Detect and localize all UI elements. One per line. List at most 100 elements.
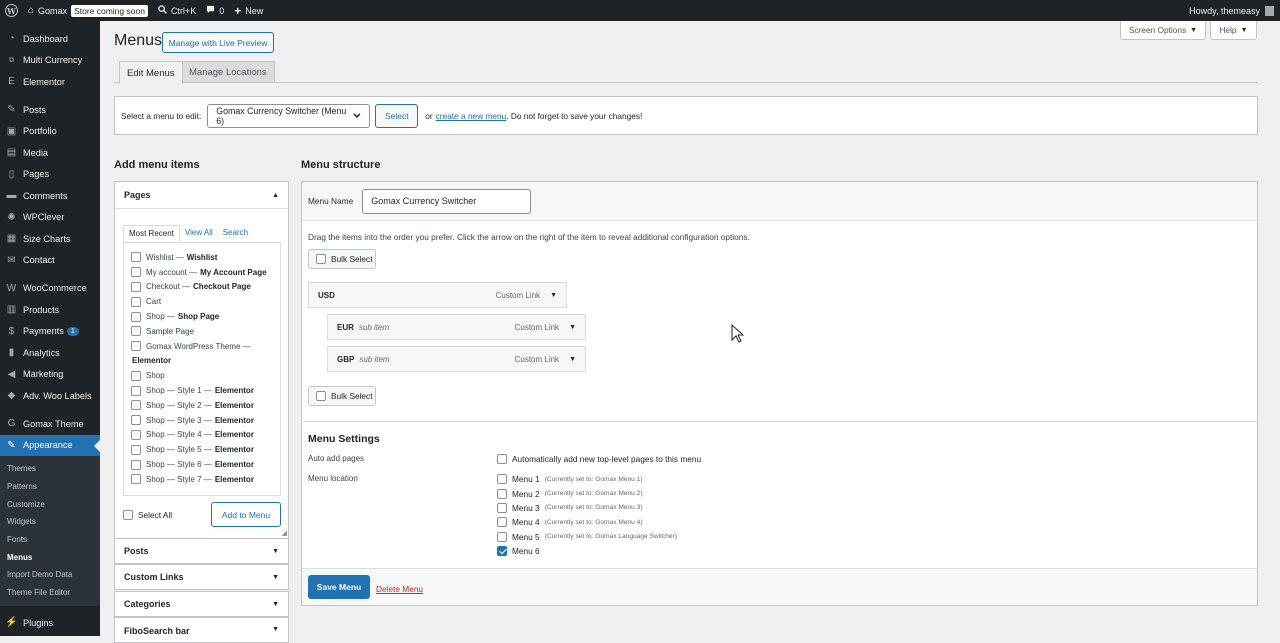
page-checkbox-row[interactable]: Shop	[131, 368, 280, 383]
pages-panel-header[interactable]: Pages ▲	[115, 182, 288, 209]
page-checkbox-row[interactable]: Shop — Style 6 — Elementor	[131, 457, 280, 472]
menu-location-checkbox[interactable]	[497, 488, 507, 499]
menu-location-row[interactable]: Menu 2 (Currently set to: Gomax Menu 2)	[497, 486, 677, 500]
page-checkbox-row[interactable]: Sample Page	[131, 324, 280, 339]
sidebar-item-size-charts[interactable]: ▦ Size Charts	[0, 228, 100, 250]
delete-menu-link[interactable]: Delete Menu	[376, 584, 423, 594]
submenu-item-patterns[interactable]: Patterns	[0, 478, 100, 496]
sidebar-item-payments[interactable]: $ Payments 1	[0, 321, 100, 343]
menu-location-checkbox[interactable]	[497, 531, 507, 542]
sidebar-item-adv-woo-labels[interactable]: ◆ Adv. Woo Labels	[0, 385, 100, 407]
sidebar-item-pages[interactable]: ▯ Pages	[0, 164, 100, 186]
page-checkbox-row[interactable]: Shop — Shop Page	[131, 309, 280, 324]
page-checkbox[interactable]	[131, 296, 141, 307]
sidebar-item-marketing[interactable]: ◀ Marketing	[0, 364, 100, 386]
posts-accordion[interactable]: Posts ▼	[114, 538, 289, 564]
page-checkbox[interactable]	[131, 326, 141, 337]
page-checkbox[interactable]	[131, 341, 141, 352]
select-all-row[interactable]: Select All	[123, 510, 172, 520]
sidebar-item-elementor[interactable]: E Elementor	[0, 71, 100, 93]
live-preview-button[interactable]: Manage with Live Preview	[162, 32, 274, 53]
sidebar-item-plugins[interactable]: ⚡ Plugins	[0, 612, 100, 634]
wp-logo-button[interactable]: W	[0, 0, 23, 21]
menu-location-row[interactable]: Menu 4 (Currently set to: Gomax Menu 4)	[497, 515, 677, 529]
tab-most-recent[interactable]: Most Recent	[123, 225, 180, 242]
page-checkbox-row[interactable]: Wishlist — Wishlist	[131, 250, 280, 265]
menu-item-usd[interactable]: USD Custom Link ▼	[308, 282, 567, 308]
command-search-button[interactable]: Ctrl+K	[153, 0, 201, 21]
sidebar-item-woocommerce[interactable]: W WooCommerce	[0, 278, 100, 300]
page-checkbox[interactable]	[131, 252, 141, 263]
page-checkbox-row[interactable]: Shop — Style 1 — Elementor	[131, 383, 280, 398]
sidebar-item-comments[interactable]: ▬ Comments	[0, 185, 100, 207]
add-to-menu-button[interactable]: Add to Menu	[211, 502, 281, 527]
submenu-item-customize[interactable]: Customize	[0, 495, 100, 513]
submenu-item-theme-file-editor[interactable]: Theme File Editor	[0, 584, 100, 602]
fibosearch-accordion[interactable]: FiboSearch bar ▼	[114, 617, 289, 643]
page-checkbox-row[interactable]: Shop — Style 3 — Elementor	[131, 413, 280, 428]
bulk-select-button-bottom[interactable]: Bulk Select	[308, 386, 376, 406]
select-all-checkbox[interactable]	[123, 510, 133, 520]
categories-accordion[interactable]: Categories ▼	[114, 591, 289, 617]
sidebar-item-media[interactable]: ▤ Media	[0, 142, 100, 164]
site-name-link[interactable]: ⌂ Gomax Store coming soon	[23, 0, 153, 21]
menu-location-checkbox[interactable]	[497, 474, 507, 485]
caret-down-icon[interactable]: ▼	[550, 292, 557, 299]
sidebar-item-contact[interactable]: ✉ Contact	[0, 250, 100, 272]
create-new-menu-link[interactable]: create a new menu	[436, 111, 507, 121]
help-button[interactable]: Help ▼	[1210, 21, 1257, 40]
sidebar-item-analytics[interactable]: ▮ Analytics	[0, 342, 100, 364]
page-checkbox[interactable]	[131, 415, 141, 426]
submenu-item-import-demo-data[interactable]: Import Demo Data	[0, 566, 100, 584]
page-checkbox-row[interactable]: Shop — Style 5 — Elementor	[131, 442, 280, 457]
tab-edit-menus[interactable]: Edit Menus	[119, 61, 183, 84]
page-checkbox-row[interactable]: My account — My Account Page	[131, 265, 280, 280]
page-checkbox[interactable]	[131, 429, 141, 440]
menu-location-row[interactable]: Menu 6	[497, 544, 677, 558]
auto-add-checkbox[interactable]	[497, 454, 507, 465]
comments-link[interactable]: 0	[201, 0, 229, 21]
menu-name-input[interactable]: Gomax Currency Switcher	[362, 188, 532, 214]
page-checkbox-row[interactable]: Shop — Style 7 — Elementor	[131, 472, 280, 487]
page-checkbox[interactable]	[131, 267, 141, 278]
sidebar-item-multi-currency[interactable]: ¤ Multi Currency	[0, 50, 100, 72]
page-checkbox[interactable]	[131, 370, 141, 381]
submenu-item-themes[interactable]: Themes	[0, 460, 100, 478]
account-menu[interactable]: Howdy, themeasy	[1189, 5, 1280, 16]
tab-search[interactable]: Search	[218, 225, 253, 242]
sidebar-item-posts[interactable]: ✎ Posts	[0, 99, 100, 121]
page-checkbox[interactable]	[131, 311, 141, 322]
menu-location-row[interactable]: Menu 3 (Currently set to: Gomax Menu 3)	[497, 501, 677, 515]
page-checkbox[interactable]	[131, 385, 141, 396]
sidebar-item-dashboard[interactable]: ◔ Dashboard	[0, 28, 100, 50]
page-checkbox-row[interactable]: Cart	[131, 294, 280, 309]
page-checkbox[interactable]	[131, 444, 141, 455]
bulk-select-button-top[interactable]: Bulk Select	[308, 249, 376, 269]
menu-location-checkbox[interactable]	[497, 517, 507, 528]
menu-item-eur[interactable]: EUR sub item Custom Link ▼	[327, 314, 586, 340]
select-menu-button[interactable]: Select	[375, 103, 419, 128]
menu-select-dropdown[interactable]: Gomax Currency Switcher (Menu 6)	[207, 103, 371, 128]
page-checkbox-row[interactable]: Checkout — Checkout Page	[131, 280, 280, 295]
sidebar-item-gomax-theme[interactable]: G Gomax Theme	[0, 413, 100, 435]
resize-handle-icon[interactable]: ◢	[282, 529, 287, 537]
menu-item-gbp[interactable]: GBP sub item Custom Link ▼	[327, 346, 586, 372]
page-checkbox[interactable]	[131, 281, 141, 292]
new-content-button[interactable]: + New	[229, 0, 268, 21]
page-checkbox-row[interactable]: Shop — Style 2 — Elementor	[131, 398, 280, 413]
auto-add-row[interactable]: Automatically add new top-level pages to…	[497, 452, 701, 466]
sidebar-item-wpclever[interactable]: ✺ WPClever	[0, 207, 100, 229]
page-checkbox[interactable]	[131, 474, 141, 485]
sidebar-item-products[interactable]: ▥ Products	[0, 299, 100, 321]
caret-down-icon[interactable]: ▼	[569, 324, 576, 331]
menu-location-checkbox[interactable]	[497, 546, 507, 557]
submenu-item-widgets[interactable]: Widgets	[0, 513, 100, 531]
sidebar-item-portfolio[interactable]: ▣ Portfolio	[0, 121, 100, 143]
menu-location-checkbox[interactable]	[497, 502, 507, 513]
menu-location-row[interactable]: Menu 5 (Currently set to: Gomax Language …	[497, 530, 677, 544]
sidebar-item-appearance[interactable]: ✎ Appearance	[0, 434, 100, 456]
caret-down-icon[interactable]: ▼	[569, 356, 576, 363]
custom-links-accordion[interactable]: Custom Links ▼	[114, 564, 289, 590]
page-checkbox-row[interactable]: Shop — Style 4 — Elementor	[131, 428, 280, 443]
tab-view-all[interactable]: View All	[180, 225, 218, 242]
